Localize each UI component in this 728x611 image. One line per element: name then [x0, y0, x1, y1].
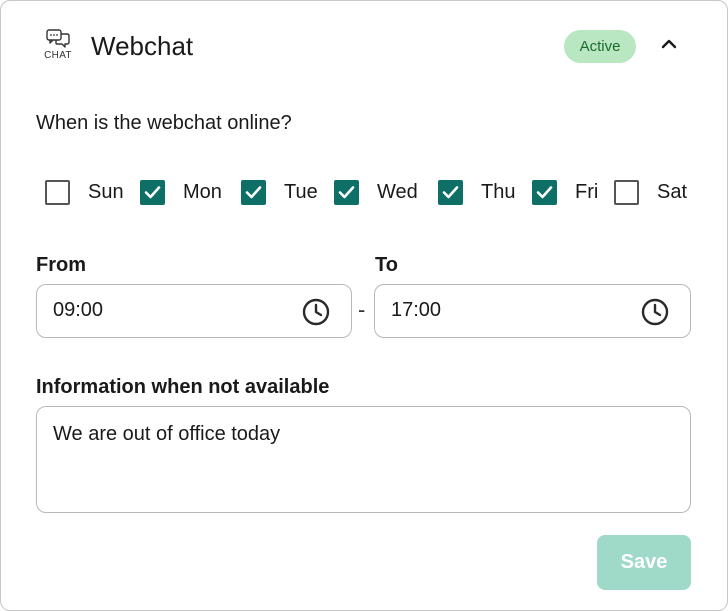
day-checkbox-fri[interactable]	[532, 180, 557, 205]
checkmark-icon	[536, 186, 553, 199]
from-time-input[interactable]: 09:00	[36, 284, 352, 338]
day-selector: Sun Mon Tue Wed Thu Fri Sat	[45, 180, 705, 206]
to-time-value: 17:00	[391, 299, 442, 321]
chat-bubbles-icon: CHAT	[43, 29, 73, 63]
chevron-up-icon	[661, 39, 677, 49]
day-label-sat: Sat	[657, 181, 688, 203]
unavailable-message-textarea[interactable]: We are out of office today	[36, 406, 691, 513]
day-checkbox-sat[interactable]	[614, 180, 639, 205]
day-checkbox-mon[interactable]	[140, 180, 165, 205]
unavailable-message-label: Information when not available	[36, 376, 330, 398]
status-badge: Active	[564, 30, 636, 63]
from-label: From	[36, 254, 86, 276]
checkmark-icon	[245, 186, 262, 199]
card-title: Webchat	[91, 31, 194, 61]
card-header: CHAT Webchat Active	[1, 1, 727, 93]
time-range-separator: -	[358, 297, 366, 322]
from-time-value: 09:00	[53, 299, 104, 321]
unavailable-message-value: We are out of office today	[53, 423, 281, 445]
to-time-input[interactable]: 17:00	[374, 284, 691, 338]
day-label-fri: Fri	[575, 181, 599, 203]
day-checkbox-thu[interactable]	[438, 180, 463, 205]
checkmark-icon	[442, 186, 459, 199]
schedule-question: When is the webchat online?	[36, 112, 292, 134]
to-label: To	[375, 254, 398, 276]
day-checkbox-wed[interactable]	[334, 180, 359, 205]
clock-icon[interactable]	[640, 297, 670, 327]
day-label-thu: Thu	[481, 181, 516, 203]
webchat-settings-card: CHAT Webchat Active When is the webchat …	[0, 0, 728, 611]
checkmark-icon	[338, 186, 355, 199]
day-label-wed: Wed	[377, 181, 418, 203]
chat-icon-label: CHAT	[44, 50, 72, 61]
day-checkbox-tue[interactable]	[241, 180, 266, 205]
day-label-sun: Sun	[88, 181, 124, 203]
day-label-tue: Tue	[284, 181, 318, 203]
save-button[interactable]: Save	[597, 535, 691, 590]
day-label-mon: Mon	[183, 181, 222, 203]
clock-icon[interactable]	[301, 297, 331, 327]
collapse-button[interactable]	[653, 31, 685, 63]
day-checkbox-sun[interactable]	[45, 180, 70, 205]
checkmark-icon	[144, 186, 161, 199]
